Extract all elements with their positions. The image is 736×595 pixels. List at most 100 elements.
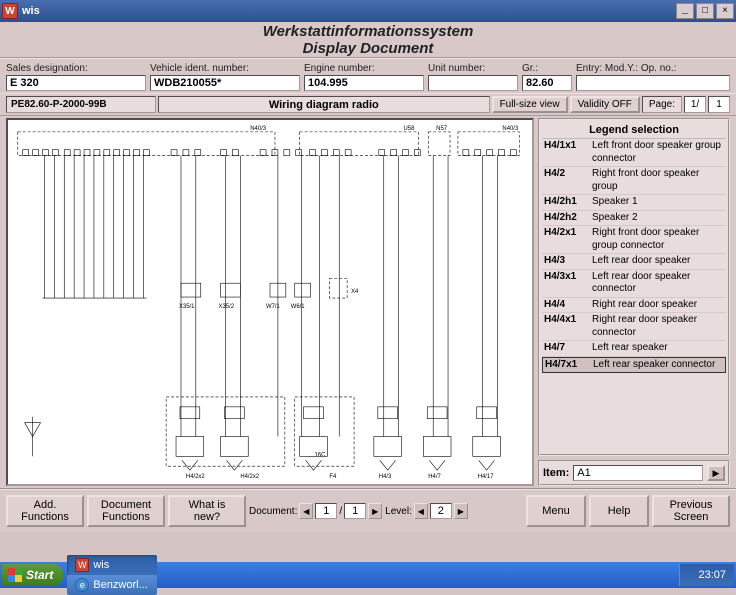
diagram-label: N40/3: [502, 126, 519, 132]
system-clock[interactable]: 23:07: [679, 564, 734, 586]
window-titlebar: W wis _ □ ×: [0, 0, 736, 22]
legend-desc: Right rear door speaker connector: [592, 314, 724, 339]
task-icon: W: [75, 558, 89, 572]
svg-text:X35/2: X35/2: [219, 304, 234, 310]
diagram-label: U58: [404, 126, 416, 132]
document-row: PE82.60-P-2000-99B Wiring diagram radio …: [0, 93, 736, 116]
legend-code: H4/3x1: [544, 271, 592, 296]
app-header: Werkstattinformationssystem Display Docu…: [0, 22, 736, 58]
engine-value[interactable]: 104.995: [304, 75, 424, 91]
legend-item[interactable]: H4/1x1Left front door speaker group conn…: [542, 139, 726, 167]
document-title: Wiring diagram radio: [158, 96, 490, 113]
legend-item[interactable]: H4/2h2Speaker 2: [542, 211, 726, 227]
previous-screen-button[interactable]: Previous Screen: [652, 495, 730, 527]
level-down-button[interactable]: ◀: [414, 503, 428, 519]
legend-item[interactable]: H4/2Right front door speaker group: [542, 167, 726, 195]
taskbar-task[interactable]: e Benzworl...: [67, 575, 157, 595]
level-nav: Level: ◀ 2 ▶: [385, 503, 468, 519]
menu-button[interactable]: Menu: [526, 495, 586, 527]
legend-desc: Speaker 2: [592, 212, 724, 225]
legend-code: H4/2x1: [544, 227, 592, 252]
entry-value[interactable]: [576, 75, 730, 91]
start-label: Start: [26, 568, 53, 582]
header-line-2: Display Document: [303, 40, 434, 57]
level-value: 2: [430, 503, 452, 519]
page-current: 1/: [684, 96, 706, 113]
entry-label: Entry: Mod.Y.: Op. no.:: [576, 63, 730, 74]
unit-value[interactable]: [428, 75, 518, 91]
gr-label: Gr.:: [522, 63, 572, 74]
legend-desc: Right rear door speaker: [592, 299, 724, 312]
svg-text:X4: X4: [351, 289, 359, 295]
legend-code: H4/2h1: [544, 196, 592, 209]
maximize-button[interactable]: □: [696, 3, 714, 19]
page-total: 1: [708, 96, 730, 113]
legend-item[interactable]: H4/4Right rear door speaker: [542, 298, 726, 314]
task-label: Benzworl...: [93, 579, 147, 591]
add-functions-button[interactable]: Add. Functions: [6, 495, 84, 527]
fullsize-button[interactable]: Full-size view: [492, 96, 568, 113]
legend-item[interactable]: H4/2h1Speaker 1: [542, 195, 726, 211]
svg-text:W7/1: W7/1: [266, 304, 280, 310]
legend-item[interactable]: H4/2x1Right front door speaker group con…: [542, 226, 726, 254]
legend-code: H4/2: [544, 168, 592, 193]
svg-text:X35/1: X35/1: [179, 304, 194, 310]
vin-value[interactable]: WDB210055*: [150, 75, 300, 91]
svg-text:W6/1: W6/1: [291, 304, 305, 310]
windows-logo-icon: [8, 568, 22, 582]
legend-item[interactable]: H4/4x1Right rear door speaker connector: [542, 313, 726, 341]
taskbar-task[interactable]: Wwis: [67, 555, 157, 575]
wiring-diagram: N40/3 U58 N57 N40/3 X35/1 X35/2 W7/1 W6/…: [8, 120, 532, 484]
task-icon: e: [75, 578, 89, 592]
legend-list[interactable]: H4/1x1Left front door speaker group conn…: [542, 139, 726, 452]
svg-text:H4/2x2: H4/2x2: [186, 474, 205, 480]
doc-prev-button[interactable]: ◀: [299, 503, 313, 519]
legend-item[interactable]: H4/3Left rear door speaker: [542, 254, 726, 270]
item-value[interactable]: A1: [573, 465, 703, 481]
help-button[interactable]: Help: [589, 495, 649, 527]
svg-text:H4/7: H4/7: [428, 474, 441, 480]
legend-desc: Left rear speaker connector: [593, 359, 723, 372]
legend-title: Legend selection: [542, 122, 726, 139]
doc-current: 1: [315, 503, 337, 519]
legend-code: H4/2h2: [544, 212, 592, 225]
legend-item[interactable]: H4/7x1Left rear speaker connector: [542, 357, 726, 374]
doc-next-button[interactable]: ▶: [368, 503, 382, 519]
doc-total: 1: [344, 503, 366, 519]
svg-text:H4/3: H4/3: [379, 474, 392, 480]
whats-new-button[interactable]: What is new?: [168, 495, 246, 527]
page-label: Page:: [642, 96, 682, 113]
svg-text:H4/17: H4/17: [478, 474, 494, 480]
legend-item[interactable]: H4/3x1Left rear door speaker connector: [542, 270, 726, 298]
document-functions-button[interactable]: Document Functions: [87, 495, 165, 527]
legend-item[interactable]: H4/7Left rear speaker: [542, 341, 726, 357]
unit-label: Unit number:: [428, 63, 518, 74]
main-area: N40/3 U58 N57 N40/3 X35/1 X35/2 W7/1 W6/…: [0, 116, 736, 488]
wiring-diagram-pane[interactable]: N40/3 U58 N57 N40/3 X35/1 X35/2 W7/1 W6/…: [6, 118, 534, 486]
level-label: Level:: [385, 506, 412, 517]
engine-label: Engine number:: [304, 63, 424, 74]
start-button[interactable]: Start: [2, 564, 63, 586]
sales-label: Sales designation:: [6, 63, 146, 74]
sales-value[interactable]: E 320: [6, 75, 146, 91]
legend-code: H4/4x1: [544, 314, 592, 339]
header-line-1: Werkstattinformationssystem: [263, 23, 474, 40]
diagram-label: N40/3: [250, 126, 267, 132]
item-box: Item: A1 ▶: [538, 460, 730, 486]
legend-desc: Right front door speaker group connector: [592, 227, 724, 252]
legend-box: Legend selection H4/1x1Left front door s…: [538, 118, 730, 456]
diagram-label: N57: [436, 126, 447, 132]
gr-value[interactable]: 82.60: [522, 75, 572, 91]
level-up-button[interactable]: ▶: [454, 503, 468, 519]
legend-code: H4/1x1: [544, 140, 592, 165]
legend-desc: Speaker 1: [592, 196, 724, 209]
legend-desc: Left rear door speaker connector: [592, 271, 724, 296]
windows-taskbar: Start WwiseBenzworl... 23:07: [0, 562, 736, 588]
validity-button[interactable]: Validity OFF: [570, 96, 640, 113]
item-next-button[interactable]: ▶: [707, 465, 725, 481]
minimize-button[interactable]: _: [676, 3, 694, 19]
document-nav: Document: ◀ 1 / 1 ▶: [249, 503, 382, 519]
window-title: wis: [22, 5, 676, 17]
legend-code: H4/3: [544, 255, 592, 268]
close-button[interactable]: ×: [716, 3, 734, 19]
